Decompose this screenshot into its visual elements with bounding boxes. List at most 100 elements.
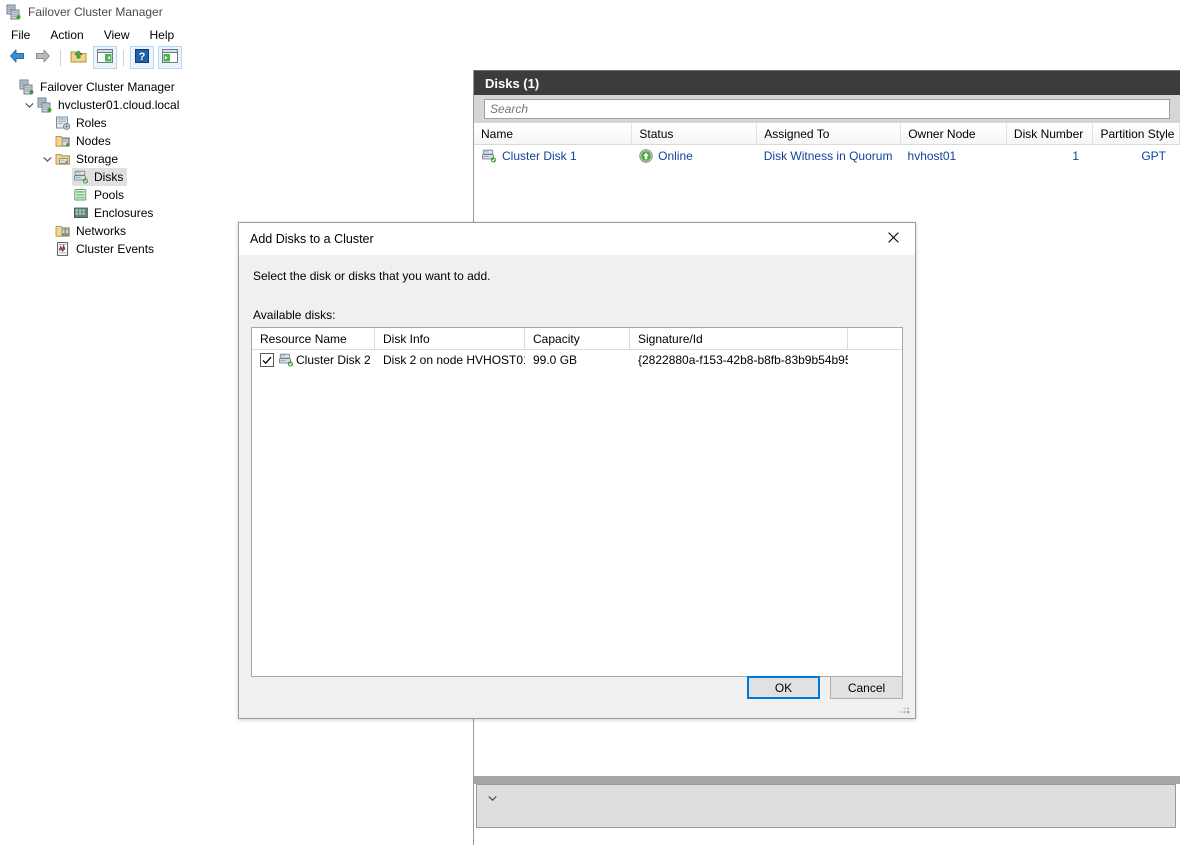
tree-item-disks[interactable]: Disks [0,168,473,186]
content-splitter[interactable] [474,775,1180,784]
arrow-left-icon [8,48,26,67]
dialog-cell-resource-name: Cluster Disk 2 [252,352,375,368]
online-up-arrow-icon [639,148,653,163]
back-button[interactable] [6,47,28,68]
disk-checkbox[interactable] [260,353,274,367]
tree-twisty-placeholder [58,187,72,203]
cell-status: Online [632,149,757,163]
column-header-owner-node[interactable]: Owner Node [901,124,1007,144]
chevron-down-icon[interactable] [40,151,54,167]
column-header-partition-style[interactable]: Partition Style [1093,124,1180,144]
tree-item-hvcluster01[interactable]: hvcluster01.cloud.local [0,96,473,114]
dialog-column-header-signature-id[interactable]: Signature/Id [630,328,848,349]
toolbar-separator-2 [123,49,124,66]
tree-twisty-placeholder [40,223,54,239]
menu-help[interactable]: Help [141,26,184,44]
tree-twisty-placeholder [40,133,54,149]
dialog-column-header-capacity[interactable]: Capacity [525,328,630,349]
nodes-icon [55,133,71,149]
column-header-status[interactable]: Status [632,124,758,144]
cell-text: Online [658,148,693,163]
disks-panel-header: Disks (1) [474,70,1180,95]
menu-file[interactable]: File [2,26,39,44]
tree-item-content: Networks [54,222,130,240]
cell-name: Cluster Disk 1 [474,148,632,164]
tree-item-content: Nodes [54,132,115,150]
tree-item-content: Failover Cluster Manager [18,78,179,96]
disks-grid-header: Name Status Assigned To Owner Node Disk Numb… [474,123,1180,145]
dialog-cell-text: Cluster Disk 2 [296,353,371,367]
chevron-down-icon[interactable] [22,97,36,113]
title-bar: Failover Cluster Manager [0,0,1180,24]
dialog-resize-grip[interactable] [899,703,911,715]
cell-partition-style: GPT [1141,148,1166,163]
dialog-instruction: Select the disk or disks that you want t… [253,269,491,283]
tree-item-enclosures[interactable]: Enclosures [0,204,473,222]
panel-title: Disks (1) [485,75,540,91]
storage-folder-icon [55,151,71,167]
cell-text: Cluster Disk 1 [502,148,577,163]
folder-up-icon [70,48,87,67]
window-pane-icon [97,49,113,66]
column-header-assigned-to[interactable]: Assigned To [757,124,902,144]
cell-owner-node: hvhost01 [907,148,957,163]
available-disks-rows: Cluster Disk 2 Disk 2 on node HVHOST01 99.… [252,350,902,370]
tree-item-nodes[interactable]: Nodes [0,132,473,150]
tree-item-content: Storage [54,150,122,168]
failover-cluster-manager-window: Failover Cluster Manager File Action Vie… [0,0,1180,845]
tree-twisty-placeholder [58,205,72,221]
dialog-cell-signature-id: {2822880a-f153-42b8-b8fb-83b9b54b9578} [638,353,848,367]
menu-bar: File Action View Help [0,24,1180,45]
tree-item-content: Pools [72,186,128,204]
networks-icon [55,223,71,239]
search-input[interactable]: Search [484,99,1170,119]
tree-item-pools[interactable]: Pools [0,186,473,204]
tree-item-label: Cluster Events [76,242,155,256]
chevron-down-icon[interactable] [487,795,498,806]
dialog-column-header-disk-info[interactable]: Disk Info [375,328,525,349]
tree-item-label: Nodes [76,134,111,148]
tree-item-content: hvcluster01.cloud.local [36,96,183,114]
tree-item-content: Enclosures [72,204,157,222]
tree-item-failover-cluster-manager[interactable]: Failover Cluster Manager [0,78,473,96]
cluster-icon [6,4,22,20]
help-button[interactable]: ? [130,46,154,69]
pools-icon [73,187,89,203]
tree-twisty-placeholder [4,79,18,95]
dialog-column-header-resource-name[interactable]: Resource Name [252,328,375,349]
table-row[interactable]: Cluster Disk 1 Online Disk Witness in Quor… [474,145,1180,166]
roles-icon [55,115,71,131]
toolbar: ? [0,45,1180,71]
tree-item-label: Enclosures [94,206,154,220]
cell-assigned-to: Disk Witness in Quorum [763,148,893,163]
column-header-disk-number[interactable]: Disk Number [1006,124,1094,144]
dialog-close-button[interactable] [871,223,915,254]
toolbar-separator-1 [60,49,61,66]
details-panel[interactable] [476,784,1176,828]
disks-grid: Name Status Assigned To Owner Node Disk Numb… [474,123,1180,166]
menu-view[interactable]: View [95,26,139,44]
up-folder-button[interactable] [67,47,89,68]
question-mark-icon: ? [135,49,149,66]
tree-twisty-placeholder [58,169,72,185]
dialog-title: Add Disks to a Cluster [250,232,374,246]
show-hide-action-pane-button[interactable] [158,46,182,69]
ok-button[interactable]: OK [747,676,820,699]
arrow-right-icon [34,48,52,67]
tree-item-label: Pools [94,188,125,202]
action-pane-icon [162,49,178,66]
window-title: Failover Cluster Manager [28,5,163,19]
forward-button[interactable] [32,47,54,68]
cancel-button[interactable]: Cancel [830,676,903,699]
tree-item-content: Disks [72,168,128,186]
column-header-name[interactable]: Name [474,124,633,144]
tree-item-storage[interactable]: Storage [0,150,473,168]
cell-disk-number: 1 [1072,148,1080,163]
available-disks-list[interactable]: Resource Name Disk Info Capacity Signature/… [251,327,903,677]
tree-item-roles[interactable]: Roles [0,114,473,132]
list-item[interactable]: Cluster Disk 2 Disk 2 on node HVHOST01 99.… [252,350,902,370]
close-icon [887,231,899,246]
menu-action[interactable]: Action [41,26,92,44]
dialog-cell-disk-info: Disk 2 on node HVHOST01 [383,353,525,367]
show-hide-tree-button[interactable] [93,46,117,69]
